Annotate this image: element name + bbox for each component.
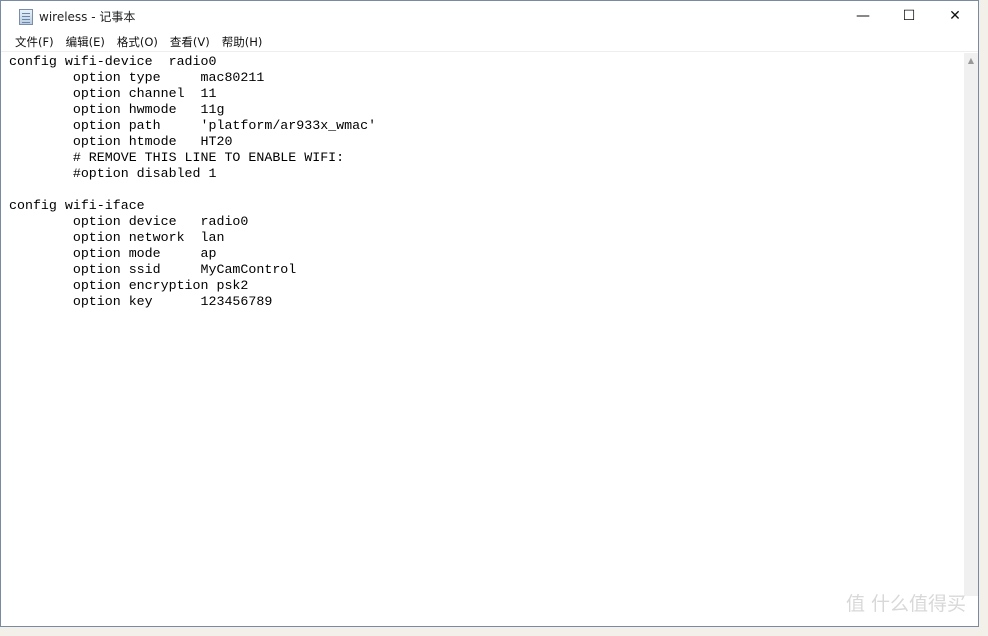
- watermark-logo: 值 什么值得买: [845, 593, 966, 615]
- close-button[interactable]: ✕: [932, 1, 978, 31]
- resize-grip-icon[interactable]: [964, 582, 978, 596]
- menu-view[interactable]: 查看(V): [164, 34, 216, 50]
- notepad-window: wireless - 记事本 — ☐ ✕ 文件(F) 编辑(E) 格式(O) 查…: [0, 0, 979, 627]
- menu-format[interactable]: 格式(O): [111, 34, 164, 50]
- menu-help[interactable]: 帮助(H): [216, 34, 269, 50]
- menu-edit[interactable]: 编辑(E): [60, 34, 111, 50]
- bottom-area: 值 什么值得买: [1, 593, 978, 626]
- title-bar[interactable]: wireless - 记事本 — ☐ ✕: [1, 1, 978, 32]
- scroll-up-arrow-icon[interactable]: ▲: [964, 53, 978, 69]
- menu-bar: 文件(F) 编辑(E) 格式(O) 查看(V) 帮助(H): [1, 32, 978, 52]
- text-editor[interactable]: config wifi-device radio0 option type ma…: [1, 53, 964, 596]
- notepad-icon: [19, 8, 33, 25]
- file-content[interactable]: config wifi-device radio0 option type ma…: [1, 53, 964, 310]
- window-title: wireless - 记事本: [39, 10, 136, 24]
- vertical-scrollbar[interactable]: ▲ ▼: [964, 53, 978, 596]
- minimize-button[interactable]: —: [840, 1, 886, 31]
- menu-file[interactable]: 文件(F): [9, 34, 60, 50]
- maximize-button[interactable]: ☐: [886, 1, 932, 31]
